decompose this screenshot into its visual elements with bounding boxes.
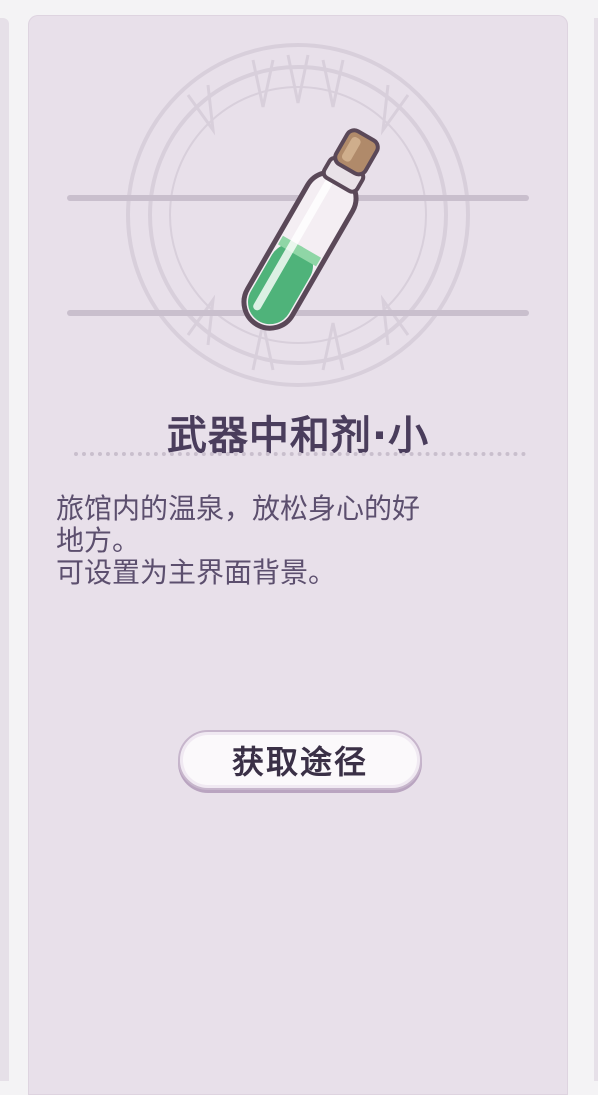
next-card-edge[interactable] <box>594 18 598 1081</box>
item-detail-card: 武器中和剂·小 旅馆内的温泉，放松身心的好 地方。 可设置为主界面背景。 获取途… <box>28 15 568 1095</box>
item-description: 旅馆内的温泉，放松身心的好 地方。 可设置为主界面背景。 <box>56 493 536 589</box>
description-line: 地方。 <box>56 524 141 557</box>
green-potion-vial-icon <box>241 128 380 331</box>
obtain-method-button[interactable]: 获取途径 <box>178 730 422 790</box>
title-divider <box>74 452 526 456</box>
description-line: 可设置为主界面背景。 <box>56 556 337 589</box>
description-line: 旅馆内的温泉，放松身心的好 <box>56 492 421 525</box>
previous-card-edge[interactable] <box>0 18 9 1081</box>
